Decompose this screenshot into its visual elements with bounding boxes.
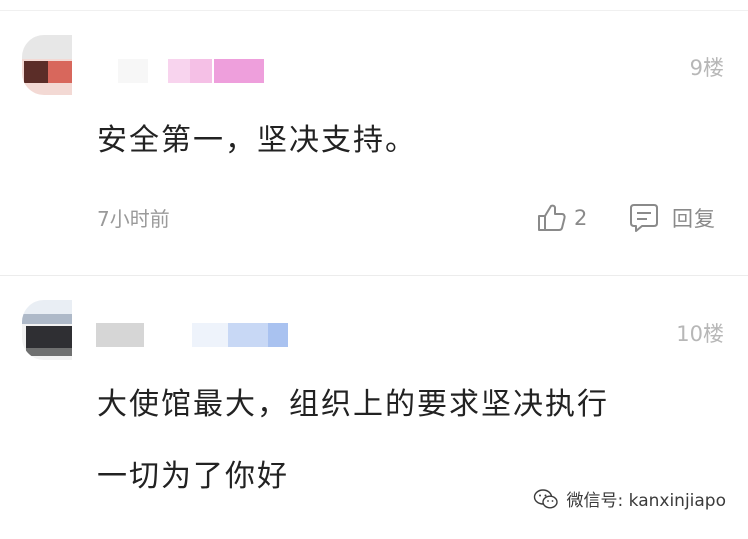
username[interactable]	[96, 323, 290, 347]
like-count: 2	[574, 206, 588, 230]
watermark-text: 微信号: kanxinjiapo	[566, 491, 726, 511]
floor-number: 10楼	[676, 322, 724, 346]
like-button[interactable]: 2	[535, 198, 587, 238]
comment-text-line: 一切为了你好	[97, 459, 289, 494]
avatar[interactable]	[22, 300, 72, 360]
comment-text-line: 大使馆最大，组织上的要求坚决执行	[97, 387, 609, 422]
username[interactable]	[118, 59, 266, 83]
wechat-icon	[533, 488, 558, 509]
comment-text: 安全第一，坚决支持。	[97, 123, 417, 158]
watermark: 微信号: kanxinjiapo	[533, 486, 726, 511]
floor-number: 9楼	[689, 56, 724, 80]
comment-item: 9楼 安全第一，坚决支持。 7小时前 2 回复	[0, 0, 748, 276]
thumbs-up-icon	[538, 204, 566, 231]
avatar[interactable]	[22, 35, 72, 95]
comment-bubble-icon	[630, 204, 658, 232]
reply-button[interactable]: 回复	[628, 198, 716, 238]
comment-time: 7小时前	[97, 207, 170, 231]
reply-label: 回复	[672, 207, 716, 231]
